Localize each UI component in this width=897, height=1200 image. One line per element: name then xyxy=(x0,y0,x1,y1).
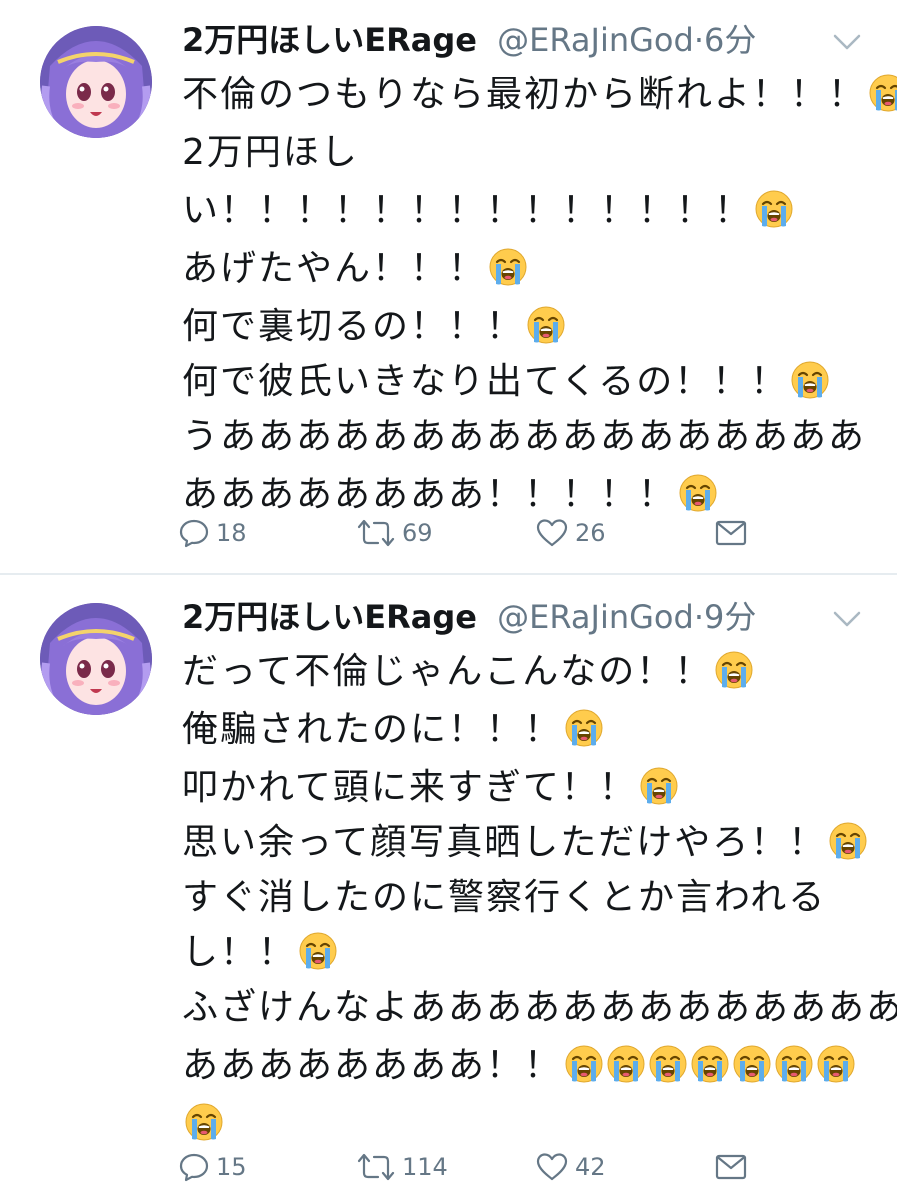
loudly-crying-face-emoji xyxy=(488,247,528,287)
retweet-button[interactable]: 69 xyxy=(356,513,433,553)
loudly-crying-face-emoji xyxy=(790,360,830,400)
tweet-line-text: ああああああああ！！！！！ xyxy=(182,474,677,515)
tweet-line-text: 叩かれて頭に来すぎて！！ xyxy=(182,767,637,808)
loudly-crying-face-emoji xyxy=(606,1044,646,1084)
tweet-line: 何で彼氏いきなり出てくるの！！！ xyxy=(182,356,872,408)
tweet-line-text: ああああああああ！！ xyxy=(182,1045,563,1086)
chevron-down-icon[interactable] xyxy=(831,30,863,54)
loudly-crying-face-emoji xyxy=(868,73,897,113)
tweet[interactable]: 2万円ほしいERage @ERaJinGod·6分 不倫のつもりなら最初から断れ… xyxy=(0,0,897,575)
retweet-icon xyxy=(356,1151,402,1183)
reply-count: 15 xyxy=(216,1153,247,1181)
tweet-line: だって不倫じゃんこんなの！！ xyxy=(182,643,872,701)
direct-message-button[interactable] xyxy=(714,1147,754,1187)
timestamp[interactable]: 9分 xyxy=(704,598,756,636)
loudly-crying-face-emoji xyxy=(828,821,868,861)
like-icon xyxy=(535,1151,575,1183)
display-name[interactable]: 2万円ほしいERage xyxy=(182,598,477,636)
tweet-line-text: だって不倫じゃんこんなの！！ xyxy=(182,651,713,692)
tweet-text: だって不倫じゃんこんなの！！ 俺騙されたのに！！！ 叩かれて頭に来すぎて！！ 思… xyxy=(182,643,897,1153)
tweet-line-text: あげたやん！！！ xyxy=(182,248,487,289)
loudly-crying-face-emoji xyxy=(754,189,794,229)
tweet-line-text: し！！ xyxy=(182,932,297,973)
reply-button[interactable]: 18 xyxy=(178,513,247,553)
tweet-line: し！！ xyxy=(182,927,872,979)
timestamp[interactable]: 6分 xyxy=(704,21,756,59)
display-name[interactable]: 2万円ほしいERage xyxy=(182,21,477,59)
tweet-line: ふざけんなよあああああああああああああ xyxy=(182,979,897,1037)
loudly-crying-face-emoji xyxy=(298,931,338,971)
like-icon xyxy=(535,517,575,549)
direct-message-button[interactable] xyxy=(714,513,754,553)
like-count: 42 xyxy=(575,1153,606,1181)
tweet-line-text: 俺騙されたのに！！！ xyxy=(182,709,563,750)
tweet-line: 思い余って顔写真晒しただけやろ！！ xyxy=(182,817,872,869)
tweet-line: 叩かれて頭に来すぎて！！ xyxy=(182,759,872,817)
loudly-crying-face-emoji xyxy=(774,1044,814,1084)
tweet-line: 不倫のつもりなら最初から断れよ！！！ xyxy=(182,66,897,124)
like-button[interactable]: 26 xyxy=(535,513,606,553)
chevron-down-icon[interactable] xyxy=(831,607,863,631)
separator-dot: · xyxy=(693,21,704,59)
tweet-line-text: うあああああああああああああああああ xyxy=(182,416,867,457)
like-button[interactable]: 42 xyxy=(535,1147,606,1187)
tweet-line-text: い！！！！！！！！！！！！！！ xyxy=(182,190,753,231)
loudly-crying-face-emoji xyxy=(678,473,718,513)
loudly-crying-face-emoji xyxy=(639,766,679,806)
tweet-line: い！！！！！！！！！！！！！！ xyxy=(182,182,872,240)
loudly-crying-face-emoji xyxy=(526,305,566,345)
tweet-actions: 18 69 26 xyxy=(178,513,758,553)
tweet-actions: 15 114 42 xyxy=(178,1147,758,1187)
tweet[interactable]: 2万円ほしいERage @ERaJinGod·9分 だって不倫じゃんこんなの！！… xyxy=(0,577,897,1200)
loudly-crying-face-emoji xyxy=(732,1044,772,1084)
tweet-line: 2万円ほし xyxy=(182,124,872,182)
tweet-line: うあああああああああああああああああ xyxy=(182,408,872,466)
tweet-header: 2万円ほしいERage @ERaJinGod·9分 xyxy=(182,595,756,639)
reply-icon xyxy=(178,1151,216,1183)
like-count: 26 xyxy=(575,519,606,547)
loudly-crying-face-emoji xyxy=(564,1044,604,1084)
dm-icon xyxy=(714,1151,754,1183)
tweet-line: すぐ消したのに警察行くとか言われる xyxy=(182,869,872,927)
loudly-crying-face-emoji xyxy=(690,1044,730,1084)
tweet-line-text: 何で裏切るの！！！ xyxy=(182,306,525,347)
loudly-crying-face-emoji xyxy=(714,650,754,690)
reply-button[interactable]: 15 xyxy=(178,1147,247,1187)
tweet-line: 俺騙されたのに！！！ xyxy=(182,701,872,759)
tweet-line-text: 何で彼氏いきなり出てくるの！！！ xyxy=(182,361,789,402)
tweet-line-text: 2万円ほし xyxy=(182,132,359,173)
tweet-line: 何で裏切るの！！！ xyxy=(182,298,872,356)
retweet-button[interactable]: 114 xyxy=(356,1147,448,1187)
reply-icon xyxy=(178,517,216,549)
retweet-count: 114 xyxy=(402,1153,448,1181)
dm-icon xyxy=(714,517,754,549)
retweet-icon xyxy=(356,517,402,549)
loudly-crying-face-emoji xyxy=(184,1102,224,1142)
avatar[interactable] xyxy=(40,603,152,715)
tweet-line-text: すぐ消したのに警察行くとか言われる xyxy=(182,877,827,918)
tweet-line-text: ふざけんなよあああああああああああああ xyxy=(182,987,897,1028)
user-handle[interactable]: @ERaJinGod xyxy=(497,598,694,636)
avatar[interactable] xyxy=(40,26,152,138)
tweet-line-text: 思い余って顔写真晒しただけやろ！！ xyxy=(182,822,827,863)
loudly-crying-face-emoji xyxy=(816,1044,856,1084)
tweet-line-text: 不倫のつもりなら最初から断れよ！！！ xyxy=(182,74,867,115)
tweet-text: 不倫のつもりなら最初から断れよ！！！ 2万円ほし い！！！！！！！！！！！！！！… xyxy=(182,66,897,524)
tweet-line: あげたやん！！！ xyxy=(182,240,872,298)
loudly-crying-face-emoji xyxy=(648,1044,688,1084)
loudly-crying-face-emoji xyxy=(564,708,604,748)
reply-count: 18 xyxy=(216,519,247,547)
tweet-line: ああああああああ！！ xyxy=(182,1037,872,1095)
tweet-line xyxy=(182,1095,872,1153)
retweet-count: 69 xyxy=(402,519,433,547)
separator-dot: · xyxy=(693,598,704,636)
tweet-header: 2万円ほしいERage @ERaJinGod·6分 xyxy=(182,18,756,62)
user-handle[interactable]: @ERaJinGod xyxy=(497,21,694,59)
